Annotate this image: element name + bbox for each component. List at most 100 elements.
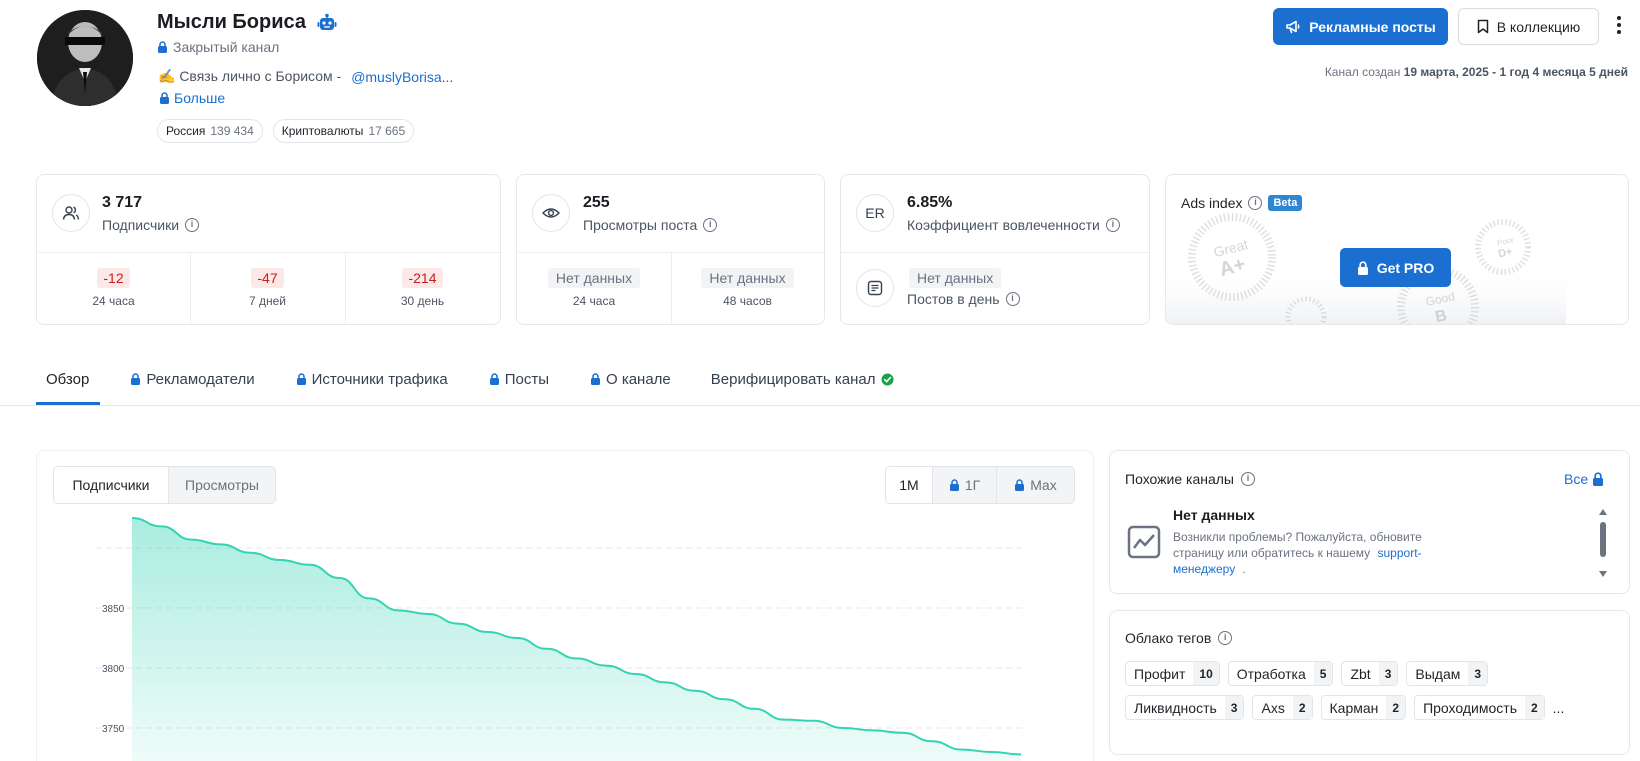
tabs-divider xyxy=(0,405,1640,406)
ads-posts-label: Рекламные посты xyxy=(1309,18,1436,35)
tab-advertisers[interactable]: Рекламодатели xyxy=(130,367,255,391)
channel-type-text: Закрытый канал xyxy=(173,39,280,55)
tag-chip[interactable]: Карман 2 xyxy=(1320,695,1407,720)
info-icon[interactable]: i xyxy=(1218,631,1233,645)
category-count: 139 434 xyxy=(210,124,254,138)
tag-chip[interactable]: Zbt 3 xyxy=(1341,661,1399,686)
range-1y-tab[interactable]: 1Г xyxy=(932,467,996,503)
er-label-row: Коэффициент вовлеченности i xyxy=(907,217,1120,233)
tag-chip[interactable]: Проходимость 2 xyxy=(1414,695,1545,720)
views-value: 255 xyxy=(583,194,610,211)
no-data-end: . xyxy=(1242,562,1246,576)
more-link[interactable]: Больше xyxy=(159,90,225,106)
posts-list-icon xyxy=(856,269,894,307)
lock-icon xyxy=(590,373,600,385)
change-value: -47 xyxy=(251,268,284,288)
tag-count: 3 xyxy=(1468,662,1488,685)
tag-chip[interactable]: Выдам 3 xyxy=(1406,661,1489,686)
users-icon xyxy=(52,194,90,232)
divider xyxy=(37,252,500,253)
tag-count: 10 xyxy=(1193,662,1219,685)
category-name: Криптовалюты xyxy=(281,124,364,138)
get-pro-button[interactable]: Get PRO xyxy=(1340,248,1451,287)
tag-chip[interactable]: Axs 2 xyxy=(1252,695,1313,720)
tab-posts[interactable]: Посты xyxy=(489,367,549,391)
divider xyxy=(841,252,1149,253)
y-tick-label: 3800 xyxy=(102,664,125,675)
tab-about[interactable]: О канале xyxy=(590,367,671,391)
bookmark-icon xyxy=(1477,19,1488,34)
tag-count: 2 xyxy=(1386,696,1406,719)
add-to-collection-button[interactable]: В коллекцию xyxy=(1458,8,1599,45)
subscribers-area-chart: 3750 3800 3850 xyxy=(96,517,1024,761)
change-period: 30 день xyxy=(400,294,445,308)
tag-chip[interactable]: Профит 10 xyxy=(1125,661,1220,686)
change-period: 48 часов xyxy=(723,294,772,308)
tab-label: Рекламодатели xyxy=(146,370,255,388)
info-icon[interactable]: i xyxy=(1005,292,1020,306)
subscribers-value: 3 717 xyxy=(102,194,143,211)
lock-icon xyxy=(158,41,167,53)
tag-name: Карман xyxy=(1329,699,1379,716)
channel-title-text: Мысли Бориса xyxy=(157,11,307,33)
info-icon[interactable]: i xyxy=(703,218,718,232)
add-to-collection-label: В коллекцию xyxy=(1496,18,1581,35)
range-max-tab[interactable]: Max xyxy=(996,467,1074,503)
similar-all-link[interactable]: Все xyxy=(1564,471,1604,487)
lock-icon xyxy=(160,92,169,104)
change-value: Нет данных xyxy=(547,268,641,288)
tag-name: Отработка xyxy=(1236,665,1306,682)
y-tick-label: 3750 xyxy=(102,724,125,735)
change-period: 24 часа xyxy=(92,294,135,308)
eye-icon xyxy=(532,194,570,232)
lock-icon xyxy=(489,373,499,385)
subscribers-change-7d: -47 7 дней xyxy=(190,268,345,308)
lock-icon xyxy=(296,373,306,385)
tag-cloud-more[interactable]: ... xyxy=(1553,700,1565,716)
category-tag[interactable]: Россия 139 434 xyxy=(157,119,263,143)
scrollbar[interactable] xyxy=(1597,507,1609,579)
tag-count: 3 xyxy=(1378,662,1398,685)
tag-name: Профит xyxy=(1134,665,1186,682)
range-label: Max xyxy=(1030,477,1057,493)
info-icon[interactable]: i xyxy=(185,218,200,232)
tag-chip[interactable]: Ликвидность 3 xyxy=(1125,695,1245,720)
no-data-message: Возникли проблемы? Пожалуйста, обновите … xyxy=(1173,529,1463,577)
ads-posts-button[interactable]: Рекламные посты xyxy=(1273,8,1448,45)
tab-overview[interactable]: Обзор xyxy=(46,367,89,391)
contact-handle-link[interactable]: @muslyBorisa xyxy=(351,69,441,85)
change-value: -12 xyxy=(97,268,130,288)
lock-icon xyxy=(1015,479,1025,491)
tag-count: 5 xyxy=(1313,662,1333,685)
range-1m-tab[interactable]: 1M xyxy=(886,467,932,503)
lock-icon xyxy=(949,479,959,491)
created-prefix: Канал создан xyxy=(1324,65,1401,79)
tab-label: О канале xyxy=(605,370,671,388)
metric-subscribers-tab[interactable]: Подписчики xyxy=(54,467,168,503)
tab-traffic-sources[interactable]: Источники трафика xyxy=(296,367,448,391)
subscribers-card: 3 717 Подписчики i -12 24 часа -47 7 дне… xyxy=(36,174,501,325)
tab-label: Посты xyxy=(504,370,549,388)
tab-label: Источники трафика xyxy=(311,370,448,388)
verified-check-icon xyxy=(881,373,894,385)
metric-views-tab[interactable]: Просмотры xyxy=(168,467,275,503)
all-link-label: Все xyxy=(1564,471,1589,487)
tab-verify-channel[interactable]: Верифицировать канал xyxy=(711,367,894,391)
tag-count: 3 xyxy=(1224,696,1244,719)
er-icon: ER xyxy=(856,194,894,232)
tag-chip[interactable]: Отработка 5 xyxy=(1227,661,1334,686)
category-tag[interactable]: Криптовалюты 17 665 xyxy=(272,119,415,143)
megaphone-icon xyxy=(1286,20,1300,33)
tag-count: 2 xyxy=(1524,696,1544,719)
more-options-icon[interactable] xyxy=(1613,16,1625,38)
posts-per-day-label: Постов в день xyxy=(907,291,1000,307)
more-link-label: Больше xyxy=(174,90,226,106)
metric-switch: Подписчики Просмотры xyxy=(53,466,276,504)
tag-cloud-title: Облако тегов i xyxy=(1125,630,1233,646)
info-icon[interactable]: i xyxy=(1241,472,1255,486)
section-tabs: Обзор Рекламодатели Источники трафика По… xyxy=(36,367,894,391)
tag-name: Axs xyxy=(1261,699,1285,716)
tag-cloud-title-label: Облако тегов xyxy=(1125,630,1212,646)
info-icon[interactable]: i xyxy=(1105,218,1120,232)
views-change-48h: Нет данных 48 часов xyxy=(671,268,824,308)
